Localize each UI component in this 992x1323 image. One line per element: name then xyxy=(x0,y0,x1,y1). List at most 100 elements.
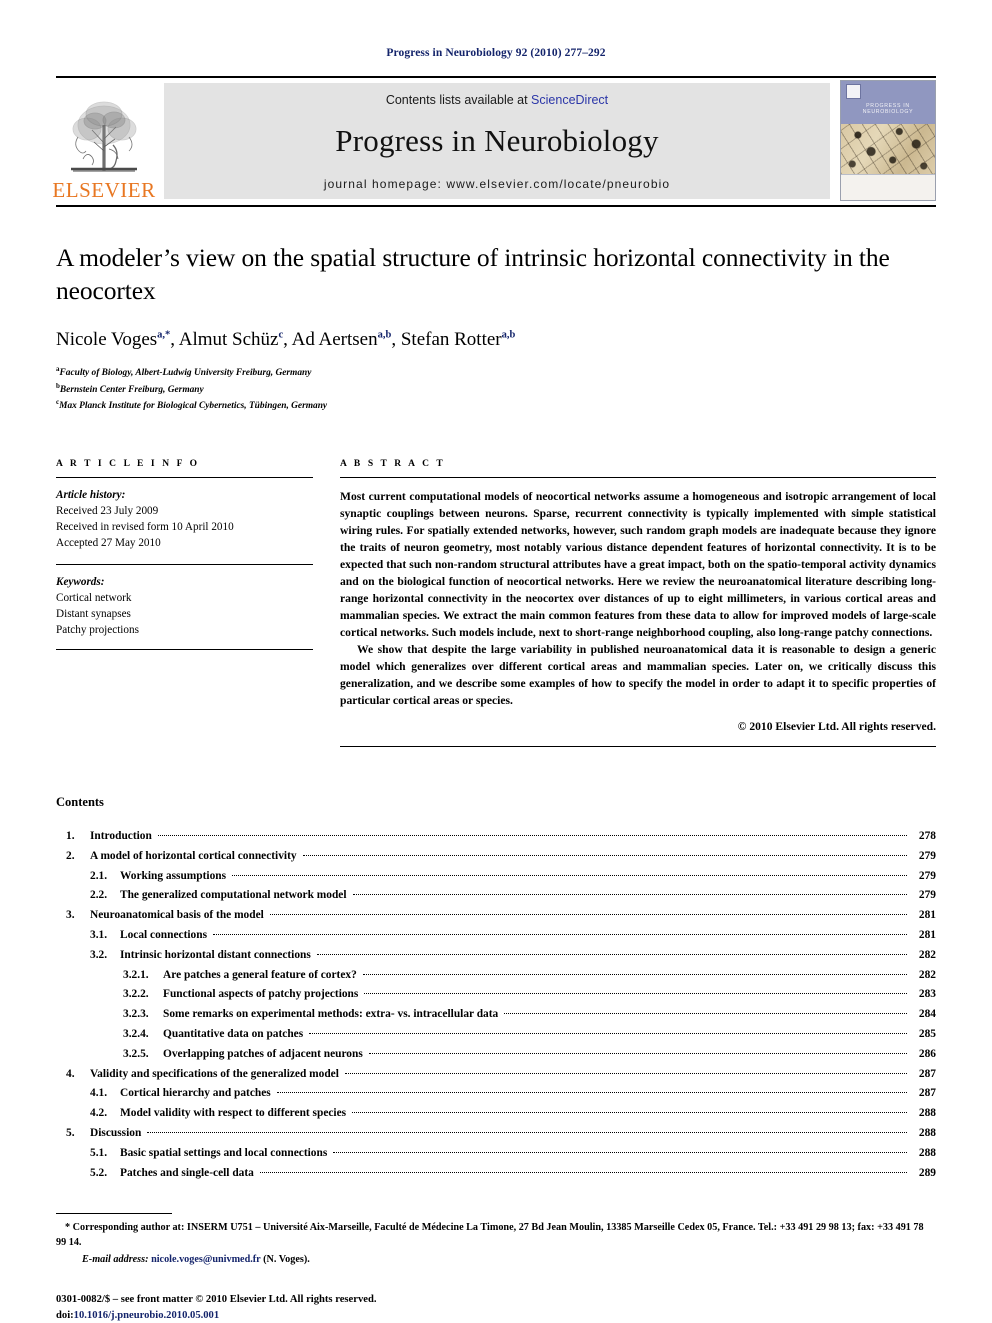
author: Nicole Vogesa,* xyxy=(56,329,170,350)
toc-entry[interactable]: 2.1. Working assumptions 279 xyxy=(56,870,936,882)
toc-page: 283 xyxy=(918,988,936,1001)
toc-label[interactable]: Neuroanatomical basis of the model xyxy=(90,909,267,921)
toc-label[interactable]: The generalized computational network mo… xyxy=(120,889,350,901)
toc-label[interactable]: Overlapping patches of adjacent neurons xyxy=(163,1048,366,1060)
column-gap xyxy=(313,459,340,747)
toc-entry[interactable]: 3.1. Local connections 281 xyxy=(56,929,936,941)
abstract-heading: A B S T R A C T xyxy=(340,458,446,469)
article-first-page: Progress in Neurobiology 92 (2010) 277–2… xyxy=(0,0,992,1323)
toc-page: 287 xyxy=(918,1067,936,1080)
toc-label[interactable]: Patches and single-cell data xyxy=(120,1167,257,1179)
email-owner: (N. Voges). xyxy=(263,1253,310,1265)
toc-number: 4. xyxy=(66,1067,75,1080)
elsevier-wordmark: ELSEVIER xyxy=(52,178,156,202)
toc-page: 278 xyxy=(918,829,936,842)
toc-number: 3. xyxy=(66,909,75,922)
doi-link[interactable]: 10.1016/j.pneurobio.2010.05.001 xyxy=(74,1310,219,1321)
toc-page: 279 xyxy=(918,849,936,862)
toc-entry[interactable]: 2.2. The generalized computational netwo… xyxy=(56,889,936,902)
email-note: E-mail address: nicole.voges@univmed.fr … xyxy=(56,1253,936,1268)
toc-page: 288 xyxy=(918,1107,936,1120)
toc-leader xyxy=(352,894,907,896)
contents-available-prefix: Contents lists available at xyxy=(385,92,532,107)
toc-label[interactable]: Basic spatial settings and local connect… xyxy=(120,1147,330,1159)
toc-entry[interactable]: 5.1. Basic spatial settings and local co… xyxy=(56,1147,936,1159)
toc-number: 2.2. xyxy=(90,889,108,902)
article-history-item: Received 23 July 2009 xyxy=(56,504,159,517)
toc-leader xyxy=(344,1072,907,1074)
abstract-paragraph: We show that despite the large variabili… xyxy=(340,642,936,707)
article-history-item: Received in revised form 10 April 2010 xyxy=(56,520,234,533)
toc-label[interactable]: Functional aspects of patchy projections xyxy=(163,988,361,1000)
journal-homepage-link[interactable]: journal homepage: www.elsevier.com/locat… xyxy=(324,177,670,191)
author-name: Ad Aertsen xyxy=(291,329,378,351)
article-info-bottom-rule xyxy=(56,648,313,650)
cover-header-band: PROGRESS IN NEUROBIOLOGY xyxy=(841,81,935,124)
author-affiliation-mark: a,* xyxy=(157,329,171,341)
toc-label[interactable]: Cortical hierarchy and patches xyxy=(120,1087,274,1099)
toc-label[interactable]: Working assumptions xyxy=(120,870,229,882)
toc-entry[interactable]: 1. Introduction 278 xyxy=(56,829,936,842)
article-history-item: Accepted 27 May 2010 xyxy=(56,536,161,549)
keyword: Patchy projections xyxy=(56,623,139,636)
toc-leader xyxy=(213,933,907,935)
toc-entry[interactable]: 3.2.3. Some remarks on experimental meth… xyxy=(56,1008,936,1021)
toc-label[interactable]: A model of horizontal cortical connectiv… xyxy=(90,850,300,862)
affiliation-text: Max Planck Institute for Biological Cybe… xyxy=(59,401,328,412)
affiliation-text: Faculty of Biology, Albert-Ludwig Univer… xyxy=(59,368,312,379)
toc-label[interactable]: Quantitative data on patches xyxy=(163,1028,306,1040)
toc-number: 5. xyxy=(66,1126,75,1139)
toc-label[interactable]: Discussion xyxy=(90,1127,144,1139)
page-title: A modeler’s view on the spatial structur… xyxy=(56,243,890,306)
toc-leader xyxy=(364,993,907,995)
email-label: E-mail address: xyxy=(82,1253,149,1265)
elsevier-logo: ELSEVIER xyxy=(52,78,155,205)
toc-entry[interactable]: 4.2. Model validity with respect to diff… xyxy=(56,1107,936,1120)
abstract-column: A B S T R A C T Most current computation… xyxy=(340,459,936,747)
author-name: Nicole Voges xyxy=(56,329,158,351)
toc-number: 5.2. xyxy=(90,1166,108,1179)
toc-entry[interactable]: 5. Discussion 288 xyxy=(56,1126,936,1139)
toc-entry[interactable]: 3. Neuroanatomical basis of the model 28… xyxy=(56,909,936,922)
contents-available-line: Contents lists available at ScienceDirec… xyxy=(386,93,608,107)
toc-entry[interactable]: 3.2. Intrinsic horizontal distant connec… xyxy=(56,949,936,961)
toc-label[interactable]: Some remarks on experimental methods: ex… xyxy=(163,1008,501,1020)
table-of-contents: 1. Introduction 278 2. A model of horizo… xyxy=(56,829,936,1179)
sciencedirect-link[interactable]: ScienceDirect xyxy=(531,93,608,107)
footnote-rule xyxy=(56,1212,172,1214)
toc-leader xyxy=(276,1092,907,1094)
affiliation: bBernstein Center Freiburg, Germany xyxy=(56,381,936,397)
toc-label[interactable]: Intrinsic horizontal distant connections xyxy=(120,949,314,961)
toc-entry[interactable]: 4. Validity and specifications of the ge… xyxy=(56,1067,936,1080)
toc-number: 3.2.4. xyxy=(123,1027,149,1040)
keywords-label: Keywords: xyxy=(56,575,105,588)
toc-page: 284 xyxy=(918,1008,936,1021)
footnote-block: * Corresponding author at: INSERM U751 –… xyxy=(56,1221,936,1268)
email-link[interactable]: nicole.voges@univmed.fr xyxy=(151,1254,260,1265)
toc-label[interactable]: Introduction xyxy=(90,830,155,842)
journal-cover-thumbnail[interactable]: PROGRESS IN NEUROBIOLOGY xyxy=(840,80,936,201)
abstract-paragraph: Most current computational models of neo… xyxy=(340,489,936,639)
toc-page: 281 xyxy=(918,909,936,922)
toc-page: 282 xyxy=(918,968,936,981)
toc-entry[interactable]: 3.2.5. Overlapping patches of adjacent n… xyxy=(56,1047,936,1060)
toc-entry[interactable]: 2. A model of horizontal cortical connec… xyxy=(56,849,936,862)
toc-page: 286 xyxy=(918,1047,936,1060)
toc-entry[interactable]: 4.1. Cortical hierarchy and patches 287 xyxy=(56,1087,936,1099)
toc-entry[interactable]: 5.2. Patches and single-cell data 289 xyxy=(56,1166,936,1179)
toc-label[interactable]: Are patches a general feature of cortex? xyxy=(163,969,360,981)
toc-entry[interactable]: 3.2.2. Functional aspects of patchy proj… xyxy=(56,988,936,1001)
author: Stefan Rottera,b xyxy=(401,329,516,350)
toc-label[interactable]: Model validity with respect to different… xyxy=(120,1107,349,1119)
author-list: Nicole Vogesa,*, Almut Schüzc, Ad Aertse… xyxy=(56,329,516,351)
toc-number: 3.2.3. xyxy=(123,1008,149,1021)
corresponding-author-note: * Corresponding author at: INSERM U751 –… xyxy=(56,1221,924,1248)
elsevier-tree-icon xyxy=(71,101,137,172)
toc-label[interactable]: Local connections xyxy=(120,929,210,941)
article-info-heading: A R T I C L E I N F O xyxy=(56,458,200,469)
toc-label[interactable]: Validity and specifications of the gener… xyxy=(90,1068,342,1080)
article-history-label: Article history: xyxy=(56,488,126,501)
toc-entry[interactable]: 3.2.1. Are patches a general feature of … xyxy=(56,968,936,981)
toc-leader xyxy=(269,914,907,916)
toc-entry[interactable]: 3.2.4. Quantitative data on patches 285 xyxy=(56,1027,936,1040)
